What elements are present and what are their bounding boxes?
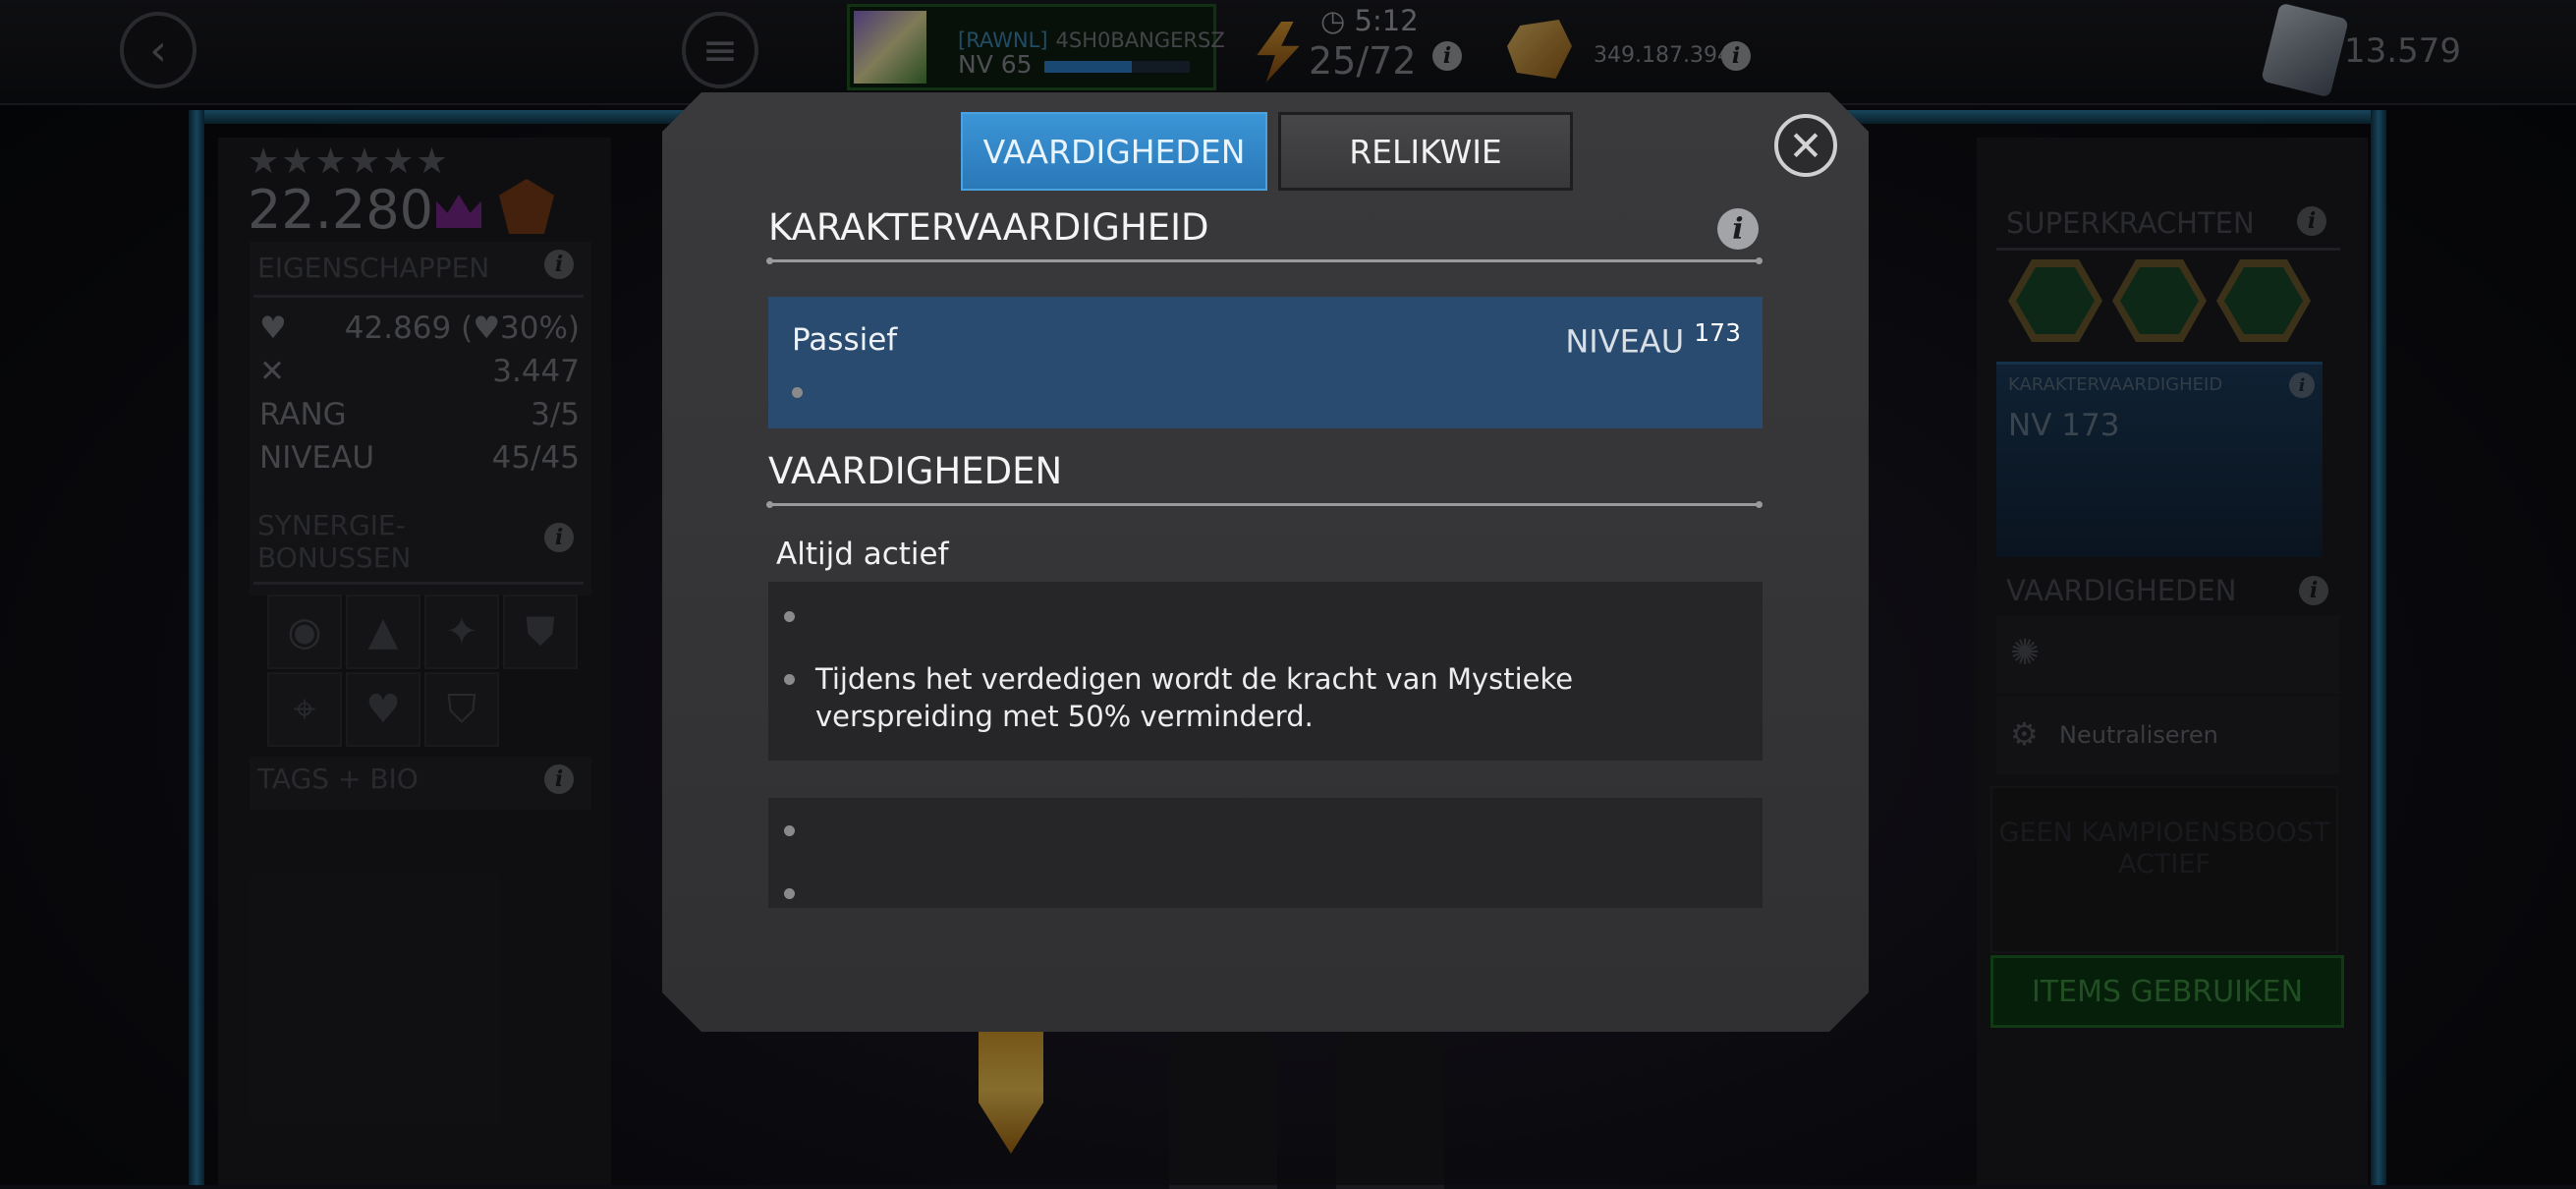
bullet-point: [792, 387, 803, 398]
section-divider: [766, 501, 1763, 508]
bullet-point: [784, 611, 795, 622]
abilities-section-title: VAARDIGHEDEN: [768, 450, 1063, 492]
close-button[interactable]: ✕: [1774, 114, 1837, 177]
bullet-point: [784, 888, 795, 899]
signature-section-title: KARAKTERVAARDIGHEID: [768, 206, 1209, 249]
bullet-point: [784, 674, 795, 685]
always-active-label: Altijd actief: [776, 537, 949, 572]
passive-level: NIVEAU 173: [1565, 318, 1741, 361]
close-icon: ✕: [1788, 121, 1823, 170]
signature-info-icon[interactable]: i: [1717, 208, 1759, 250]
signature-passive-card: Passief NIVEAU 173: [768, 297, 1763, 428]
ability-description: Tijdens het verdedigen wordt de kracht v…: [815, 662, 1574, 733]
passive-label: Passief: [792, 322, 898, 358]
tab-relic[interactable]: RELIKWIE: [1278, 112, 1573, 191]
always-active-card: Tijdens het verdedigen wordt de kracht v…: [768, 582, 1763, 761]
section-divider: [766, 257, 1763, 264]
passive-level-value: 173: [1694, 318, 1741, 347]
bullet-point: [784, 825, 795, 836]
abilities-modal: VAARDIGHEDEN RELIKWIE ✕ KARAKTERVAARDIGH…: [662, 92, 1869, 1032]
passive-level-label: NIVEAU: [1565, 322, 1685, 361]
ability-card-2: [768, 798, 1763, 908]
tab-abilities[interactable]: VAARDIGHEDEN: [961, 112, 1267, 191]
